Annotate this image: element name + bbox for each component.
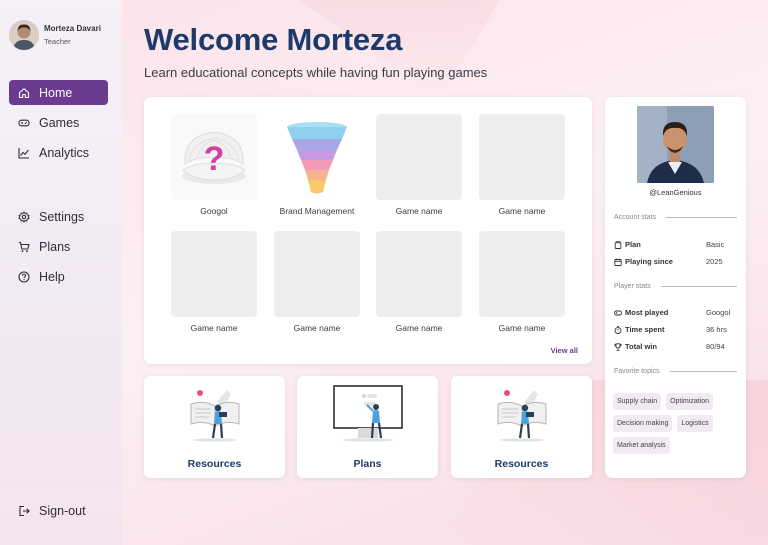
- nav-item-plans[interactable]: Plans: [9, 234, 108, 259]
- game-name: Game name: [395, 323, 443, 333]
- game-thumbnail-placeholder: [274, 231, 360, 317]
- game-name: Game name: [190, 323, 238, 333]
- analytics-icon: [18, 147, 30, 159]
- game-tile[interactable]: Game name: [376, 231, 462, 333]
- funnel-icon: [274, 114, 360, 200]
- gamepad-icon: [614, 310, 622, 315]
- section-title: Account stats: [614, 214, 657, 221]
- stat-label: Total win: [625, 342, 657, 351]
- user-role: Teacher: [44, 37, 71, 46]
- nav-item-games[interactable]: Games: [9, 110, 108, 135]
- plans-card[interactable]: Plans: [297, 376, 438, 478]
- resources-card[interactable]: Resources: [144, 376, 285, 478]
- stat-value: Basic: [706, 240, 725, 249]
- nav-label-settings: Settings: [39, 209, 85, 224]
- nav-item-help[interactable]: Help: [9, 264, 108, 289]
- topic-tag[interactable]: Market analysis: [613, 437, 670, 454]
- stat-playing-since: Playing since 2025: [614, 257, 737, 266]
- game-tile-brand-management[interactable]: Brand Management: [274, 114, 360, 216]
- card-label: Plans: [353, 458, 382, 470]
- reading-person-illustration: [497, 390, 546, 442]
- avatar: [9, 20, 39, 50]
- section-title: Favorite topics: [614, 368, 660, 375]
- topic-tag[interactable]: Optimization: [666, 393, 713, 410]
- account-stats-header: Account stats: [614, 214, 737, 221]
- stat-total-win: Total win 80/94: [614, 342, 737, 351]
- nav-item-settings[interactable]: Settings: [9, 204, 108, 229]
- section-title: Player stats: [614, 283, 651, 290]
- user-name: Morteza Davari: [44, 24, 101, 33]
- page-title: Welcome Morteza: [144, 22, 403, 57]
- topic-tag[interactable]: Decision making: [613, 415, 673, 432]
- nav-label-plans: Plans: [39, 239, 71, 254]
- svg-text:?: ?: [204, 140, 225, 178]
- stat-label: Most played: [625, 308, 669, 317]
- shell-question-icon: ?: [171, 114, 257, 200]
- topic-tag[interactable]: Logistics: [677, 415, 713, 432]
- game-thumbnail-placeholder: [376, 231, 462, 317]
- stat-label: Playing since: [625, 257, 673, 266]
- presentation-person-illustration: [332, 385, 403, 442]
- profile-photo: [637, 106, 714, 183]
- topic-tag[interactable]: Supply chain: [613, 393, 662, 410]
- signout-label: Sign-out: [39, 503, 86, 518]
- stopwatch-icon: [614, 325, 622, 334]
- nav-item-home[interactable]: Home: [9, 80, 108, 105]
- clipboard-icon: [614, 240, 622, 249]
- games-panel: ? Googol Brand Management Game name Game…: [144, 97, 592, 364]
- favorite-topics-header: Favorite topics: [614, 368, 737, 375]
- signout-icon: [18, 505, 30, 517]
- sidebar: Morteza Davari Teacher Home Games Analyt…: [0, 0, 122, 545]
- resources-card[interactable]: Resources: [451, 376, 592, 478]
- game-tile-googol[interactable]: ? Googol: [171, 114, 257, 216]
- home-icon: [18, 87, 30, 99]
- game-tile[interactable]: Game name: [479, 114, 565, 216]
- game-name: Googol: [200, 206, 228, 216]
- stat-time-spent: Time spent 36 hrs: [614, 325, 737, 334]
- cart-icon: [18, 241, 30, 253]
- signout-button[interactable]: Sign-out: [9, 498, 108, 523]
- card-label: Resources: [494, 458, 549, 470]
- card-label: Resources: [187, 458, 242, 470]
- game-name: Game name: [498, 323, 546, 333]
- gamepad-icon: [18, 117, 30, 129]
- stat-label: Plan: [625, 240, 641, 249]
- gear-icon: [18, 211, 30, 223]
- page-subtitle: Learn educational concepts while having …: [144, 65, 488, 80]
- player-stats-header: Player stats: [614, 283, 737, 290]
- stat-value: 2025: [706, 257, 723, 266]
- help-icon: [18, 270, 30, 283]
- game-thumbnail-placeholder: [479, 114, 565, 200]
- view-all-link[interactable]: View all: [551, 346, 578, 355]
- stat-most-played: Most played Googol: [614, 308, 737, 317]
- game-name: Game name: [395, 206, 443, 216]
- game-thumbnail-placeholder: [171, 231, 257, 317]
- game-name: Game name: [498, 206, 546, 216]
- game-tile[interactable]: Game name: [274, 231, 360, 333]
- stat-value: Googol: [706, 308, 731, 317]
- game-tile[interactable]: Game name: [171, 231, 257, 333]
- topic-tags: Supply chain Optimization Decision makin…: [613, 393, 740, 459]
- nav-item-analytics[interactable]: Analytics: [9, 140, 108, 165]
- nav-label-games: Games: [39, 115, 80, 130]
- nav-label-analytics: Analytics: [39, 145, 90, 160]
- nav-label-help: Help: [39, 269, 65, 284]
- game-tile[interactable]: Game name: [376, 114, 462, 216]
- reading-person-illustration: [190, 390, 239, 442]
- stat-value: 36 hrs: [706, 325, 727, 334]
- stat-label: Time spent: [625, 325, 665, 334]
- game-name: Brand Management: [279, 206, 355, 216]
- game-thumbnail-placeholder: [479, 231, 565, 317]
- user-profile[interactable]: Morteza Davari Teacher: [9, 20, 101, 50]
- profile-panel: @LeanGenious Account stats Plan Basic Pl…: [605, 97, 746, 478]
- user-handle: @LeanGenious: [649, 188, 702, 197]
- game-name: Game name: [293, 323, 341, 333]
- nav-label-home: Home: [39, 85, 73, 100]
- stat-value: 80/94: [706, 342, 725, 351]
- stat-plan: Plan Basic: [614, 240, 737, 249]
- trophy-icon: [614, 342, 622, 351]
- calendar-icon: [614, 258, 622, 266]
- game-tile[interactable]: Game name: [479, 231, 565, 333]
- game-thumbnail-placeholder: [376, 114, 462, 200]
